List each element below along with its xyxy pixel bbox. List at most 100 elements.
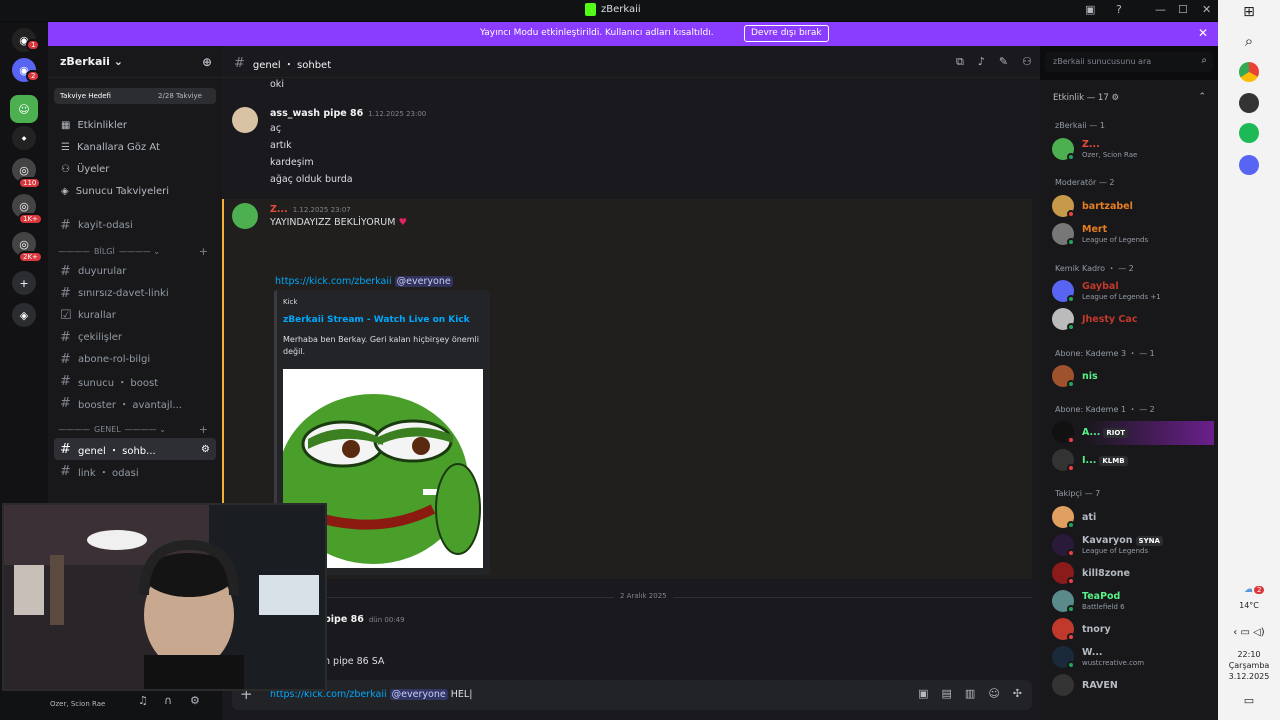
- user-settings-gear-icon[interactable]: ⚙: [190, 694, 200, 707]
- close-window-icon[interactable]: ✕: [1202, 3, 1211, 16]
- server-badge: 2: [26, 70, 41, 82]
- threads-icon[interactable]: ⧉: [956, 55, 964, 69]
- zberkaii-server-icon[interactable]: ☺: [10, 95, 38, 123]
- message-link[interactable]: https://kick.com/zberkaii: [275, 276, 392, 287]
- message-author[interactable]: Z... 1.12.2025 23:07: [270, 204, 351, 215]
- status-dot: [1067, 323, 1075, 331]
- search-icon[interactable]: ⌕: [1218, 32, 1280, 50]
- member-item[interactable]: A... RIOT: [1052, 421, 1214, 445]
- avatar[interactable]: [232, 107, 258, 133]
- tray-icons[interactable]: ‹ ▭ ◁): [1218, 627, 1280, 638]
- notification-bell-icon[interactable]: ♪: [978, 55, 985, 69]
- embed-title[interactable]: zBerkaii Stream - Watch Live on Kick: [283, 315, 470, 325]
- channel-kayit-odasi[interactable]: # kayit-odasi: [54, 214, 216, 236]
- help-icon[interactable]: ?: [1116, 3, 1122, 16]
- chrome-icon[interactable]: [1239, 62, 1259, 82]
- headphones-icon[interactable]: ∩: [164, 694, 172, 707]
- category-bilgi[interactable]: ———— BİLGİ ———— ⌄ +: [54, 242, 216, 260]
- message-author[interactable]: pipe 86 dün 00:49: [324, 614, 405, 625]
- nav-events[interactable]: ▦ Etkinlikler: [54, 114, 216, 136]
- sticker-icon[interactable]: ▥: [965, 687, 975, 700]
- emoji-icon[interactable]: ☺: [988, 687, 999, 700]
- category-genel[interactable]: ———— GENEL ———— ⌄ +: [54, 420, 216, 438]
- add-channel-icon[interactable]: +: [199, 423, 208, 436]
- gear-icon[interactable]: ⚙: [1111, 93, 1119, 103]
- channel-davet-linki[interactable]: # sınırsız-davet-linki: [54, 282, 216, 304]
- member-item[interactable]: TeaPod Battlefield 6: [1052, 590, 1214, 614]
- message-text: kardeşim: [270, 157, 314, 168]
- window-title-text: zBerkaii: [601, 4, 641, 15]
- member-item[interactable]: RAVEN: [1052, 674, 1214, 698]
- add-server-icon[interactable]: +: [12, 271, 36, 295]
- pin-icon[interactable]: ✎: [999, 55, 1008, 69]
- channel-sunucu-boost[interactable]: # sunucu ・ boost: [54, 370, 216, 392]
- nav-members[interactable]: ⚇ Üyeler: [54, 158, 216, 180]
- message-text: YAYINDAYIZZ BEKLİYORUM ♥: [270, 217, 407, 228]
- gif-icon[interactable]: ▤: [942, 687, 952, 700]
- member-list-icon[interactable]: ⚇: [1022, 55, 1032, 69]
- channel-abone-rol-bilgi[interactable]: # abone-rol-bilgi: [54, 348, 216, 370]
- member-item[interactable]: Mert League of Legends: [1052, 223, 1214, 247]
- minimize-icon[interactable]: —: [1155, 3, 1166, 16]
- settings-gear-icon[interactable]: ⚙: [201, 444, 210, 455]
- member-list: Etkinlik — 17 ⚙ ⌃ zBerkaii — 1 Z... Ozer,…: [1040, 80, 1218, 720]
- boost-goal[interactable]: Takviye Hedefi 2/28 Takviye: [54, 88, 216, 104]
- server-name-header[interactable]: zBerkaii ⌄ ⊕: [48, 46, 222, 78]
- message-input[interactable]: + https://kick.com/zberkaii @everyone HE…: [232, 680, 1032, 710]
- disable-streamer-mode-button[interactable]: Devre dışı bırak: [744, 25, 829, 42]
- member-item[interactable]: I... KLMB: [1052, 449, 1214, 473]
- everyone-mention[interactable]: @everyone: [394, 276, 453, 287]
- member-item[interactable]: nis: [1052, 365, 1214, 389]
- search-input[interactable]: zBerkaii sunucusunu ara ⌕: [1045, 52, 1213, 72]
- app-icon-red[interactable]: [1239, 93, 1259, 113]
- channel-booster[interactable]: # booster ・ avantajl...: [54, 392, 216, 414]
- member-activity: League of Legends: [1082, 547, 1149, 555]
- member-name: TeaPod: [1082, 591, 1121, 602]
- member-item[interactable]: Gaybal League of Legends +1: [1052, 280, 1214, 304]
- clock-time[interactable]: 22:10: [1218, 650, 1280, 659]
- nav-browse-channels[interactable]: ☰ Kanallara Göz At: [54, 136, 216, 158]
- member-item[interactable]: W... wustcreative.com: [1052, 646, 1214, 670]
- avatar[interactable]: [232, 203, 258, 229]
- calendar-icon: ▦: [61, 119, 71, 131]
- add-channel-icon[interactable]: +: [199, 245, 208, 258]
- nav-server-boosts[interactable]: ◈ Sunucu Takviyeleri: [54, 180, 216, 202]
- channel-genel-sohbet[interactable]: # genel ・ sohb... ⚙: [54, 438, 216, 460]
- discover-icon[interactable]: ◈: [12, 303, 36, 327]
- header-toolbar: ⧉ ♪ ✎ ⚇: [956, 55, 1032, 69]
- avatar: [1052, 674, 1074, 696]
- notifications-icon[interactable]: ▭: [1218, 694, 1280, 707]
- invite-icon[interactable]: ⊕: [202, 55, 212, 69]
- member-list-header: Etkinlik — 17 ⚙: [1053, 93, 1119, 103]
- microphone-icon[interactable]: ♫: [138, 694, 148, 707]
- member-name: RAVEN: [1082, 680, 1118, 691]
- inbox-icon[interactable]: ▣: [1085, 3, 1095, 16]
- server-icon-4[interactable]: ◆: [12, 126, 36, 150]
- member-item[interactable]: Jhesty Cac: [1052, 308, 1214, 332]
- gift-icon[interactable]: ▣: [918, 687, 928, 700]
- spotify-icon[interactable]: [1239, 123, 1259, 143]
- hash-icon: #: [60, 395, 71, 411]
- weather-icon[interactable]: ☁: [1218, 584, 1280, 595]
- apps-icon[interactable]: ✣: [1013, 687, 1022, 700]
- close-banner-icon[interactable]: ✕: [1198, 26, 1208, 40]
- member-item[interactable]: Z... Ozer, Scion Rae: [1052, 138, 1214, 162]
- channel-kurallar[interactable]: ☑ kurallar: [54, 304, 216, 326]
- member-item[interactable]: Kavaryon SYNA League of Legends: [1052, 534, 1214, 558]
- maximize-icon[interactable]: ☐: [1178, 3, 1188, 16]
- windows-start-icon[interactable]: ⊞: [1218, 4, 1280, 20]
- member-item[interactable]: tnory: [1052, 618, 1214, 642]
- member-name: A... RIOT: [1082, 427, 1129, 438]
- discord-taskbar-icon[interactable]: [1239, 155, 1259, 175]
- channel-cekilisler[interactable]: # çekilişler: [54, 326, 216, 348]
- chevron-up-icon[interactable]: ⌃: [1198, 92, 1206, 102]
- search-icon: ⌕: [1201, 55, 1207, 66]
- member-item[interactable]: kill8zone: [1052, 562, 1214, 586]
- member-item[interactable]: ati: [1052, 506, 1214, 530]
- member-activity: Ozer, Scion Rae: [1082, 151, 1138, 159]
- channel-link-odasi[interactable]: # link ・ odasi: [54, 460, 216, 482]
- member-item[interactable]: bartzabel: [1052, 195, 1214, 219]
- message-author[interactable]: ass_wash pipe 86 1.12.2025 23:00: [270, 108, 426, 119]
- folder-badge-2: 1K+: [18, 213, 43, 225]
- channel-duyurular[interactable]: # duyurular: [54, 260, 216, 282]
